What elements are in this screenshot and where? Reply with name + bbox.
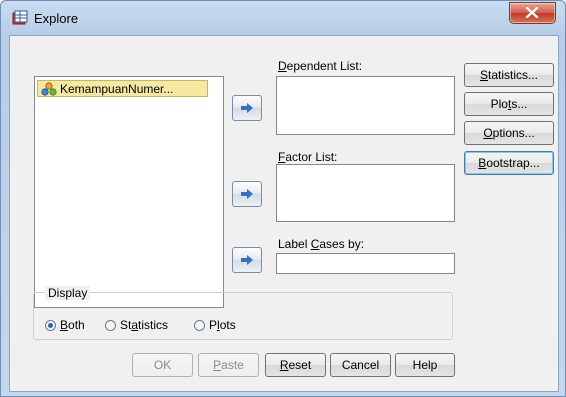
reset-button[interactable]: Reset [265, 353, 326, 377]
dependent-list[interactable] [276, 76, 455, 135]
move-to-dependent-button[interactable] [232, 95, 262, 121]
label-cases-label: Label Cases by: [278, 237, 365, 251]
scale-variable-icon [41, 81, 57, 96]
source-variable-list[interactable]: KemampuanNumer... [34, 76, 224, 308]
window-title: Explore [34, 11, 79, 26]
radio-unchecked-icon [105, 319, 116, 331]
close-icon [525, 7, 539, 18]
options-button[interactable]: Options... [464, 121, 554, 145]
statistics-button[interactable]: Statistics... [464, 63, 554, 87]
dependent-list-label: Dependent List: [278, 59, 363, 73]
display-statistics-radio[interactable]: Statistics [105, 318, 168, 332]
radio-label: Both [60, 318, 85, 332]
label-cases-field[interactable] [276, 253, 455, 274]
paste-button[interactable]: Paste [198, 353, 259, 377]
right-arrow-icon [241, 255, 253, 265]
explore-app-icon [12, 10, 28, 25]
title-bar[interactable]: Explore [1, 1, 565, 35]
radio-label: Plots [209, 318, 236, 332]
move-to-label-cases-button[interactable] [232, 247, 262, 273]
cancel-button[interactable]: Cancel [330, 353, 391, 377]
factor-list-label: Factor List: [278, 150, 338, 164]
right-arrow-icon [241, 189, 253, 199]
bootstrap-button[interactable]: Bootstrap... [464, 151, 554, 175]
variable-label: KemampuanNumer... [60, 81, 174, 96]
variable-item[interactable]: KemampuanNumer... [37, 80, 208, 97]
right-arrow-icon [241, 103, 253, 113]
explore-dialog: Explore KemampuanNumer... Dependent List… [0, 0, 566, 397]
radio-label: Statistics [120, 318, 169, 332]
move-to-factor-button[interactable] [232, 181, 262, 207]
display-group-title: Display [45, 286, 91, 300]
radio-checked-icon [45, 319, 56, 331]
display-group [33, 292, 453, 340]
ok-button[interactable]: OK [132, 353, 193, 377]
display-both-radio[interactable]: Both [45, 318, 85, 332]
display-plots-radio[interactable]: Plots [194, 318, 236, 332]
factor-list[interactable] [276, 164, 455, 222]
plots-button[interactable]: Plots... [464, 92, 554, 116]
help-button[interactable]: Help [395, 353, 455, 377]
close-button[interactable] [509, 2, 556, 24]
radio-unchecked-icon [194, 319, 205, 331]
